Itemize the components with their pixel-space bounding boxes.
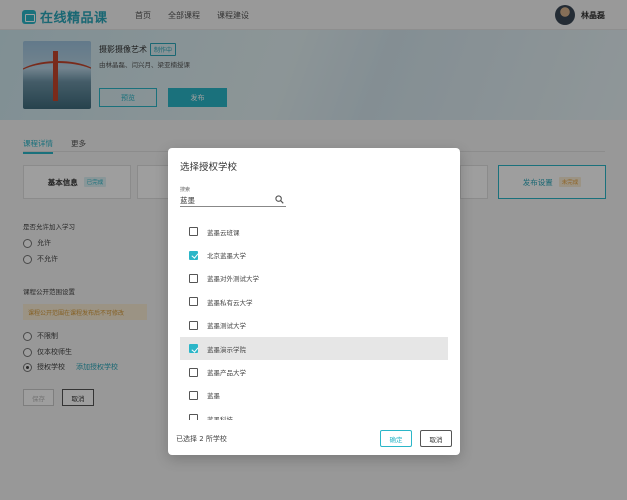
selected-count: 已选择 2 所学校 [176,435,227,443]
checkbox[interactable] [189,367,198,377]
list-item[interactable]: 北京蓝墨大学 [180,243,448,266]
school-name: 北京蓝墨大学 [207,252,246,261]
school-name: 蓝墨对外测试大学 [207,275,259,284]
dialog-cancel-button[interactable]: 取消 [420,430,452,447]
list-item[interactable]: 蓝墨 [180,384,448,407]
list-item[interactable]: 蓝墨科技 [180,407,448,420]
list-item[interactable]: 蓝墨测试大学 [180,314,448,337]
list-item[interactable]: 蓝墨云班课 [180,220,448,243]
school-name: 蓝墨演示学院 [207,345,246,354]
school-name: 蓝墨科技 [207,415,233,420]
checkbox[interactable] [189,414,198,420]
school-name: 蓝墨测试大学 [207,322,246,331]
list-item[interactable]: 蓝墨演示学院 [180,336,448,361]
school-name: 蓝墨云班课 [207,228,240,237]
checkbox[interactable] [189,320,198,330]
checkbox-checked[interactable] [189,250,198,260]
checkbox-checked[interactable] [189,344,198,354]
school-name: 蓝墨产品大学 [207,369,246,378]
select-school-dialog: 选择授权学校 搜索 蓝墨 蓝墨云班课 北京蓝墨大学 蓝墨对外测试大学 蓝墨私有云大学蓝… [168,148,460,455]
checkbox[interactable] [189,227,198,237]
checkbox[interactable] [189,297,198,307]
checkbox[interactable] [189,390,198,400]
search-icon[interactable] [275,195,284,204]
dialog-title: 选择授权学校 [180,162,238,173]
list-item[interactable]: 蓝墨产品大学 [180,360,448,383]
school-name: 蓝墨私有云大学 [207,298,253,307]
list-item[interactable]: 蓝墨对外测试大学 [180,267,448,290]
list-item[interactable]: 蓝墨私有云大学 [180,290,448,313]
confirm-button[interactable]: 确定 [380,430,412,447]
school-list: 蓝墨云班课 北京蓝墨大学 蓝墨对外测试大学 蓝墨私有云大学 蓝墨测试大学 蓝墨演示学院 蓝墨… [180,220,448,420]
search-label: 搜索 [180,187,191,193]
checkbox[interactable] [189,273,198,283]
search-input[interactable]: 蓝墨 [180,193,286,207]
search-value[interactable]: 蓝墨 [180,195,195,206]
school-name: 蓝墨 [207,392,220,401]
